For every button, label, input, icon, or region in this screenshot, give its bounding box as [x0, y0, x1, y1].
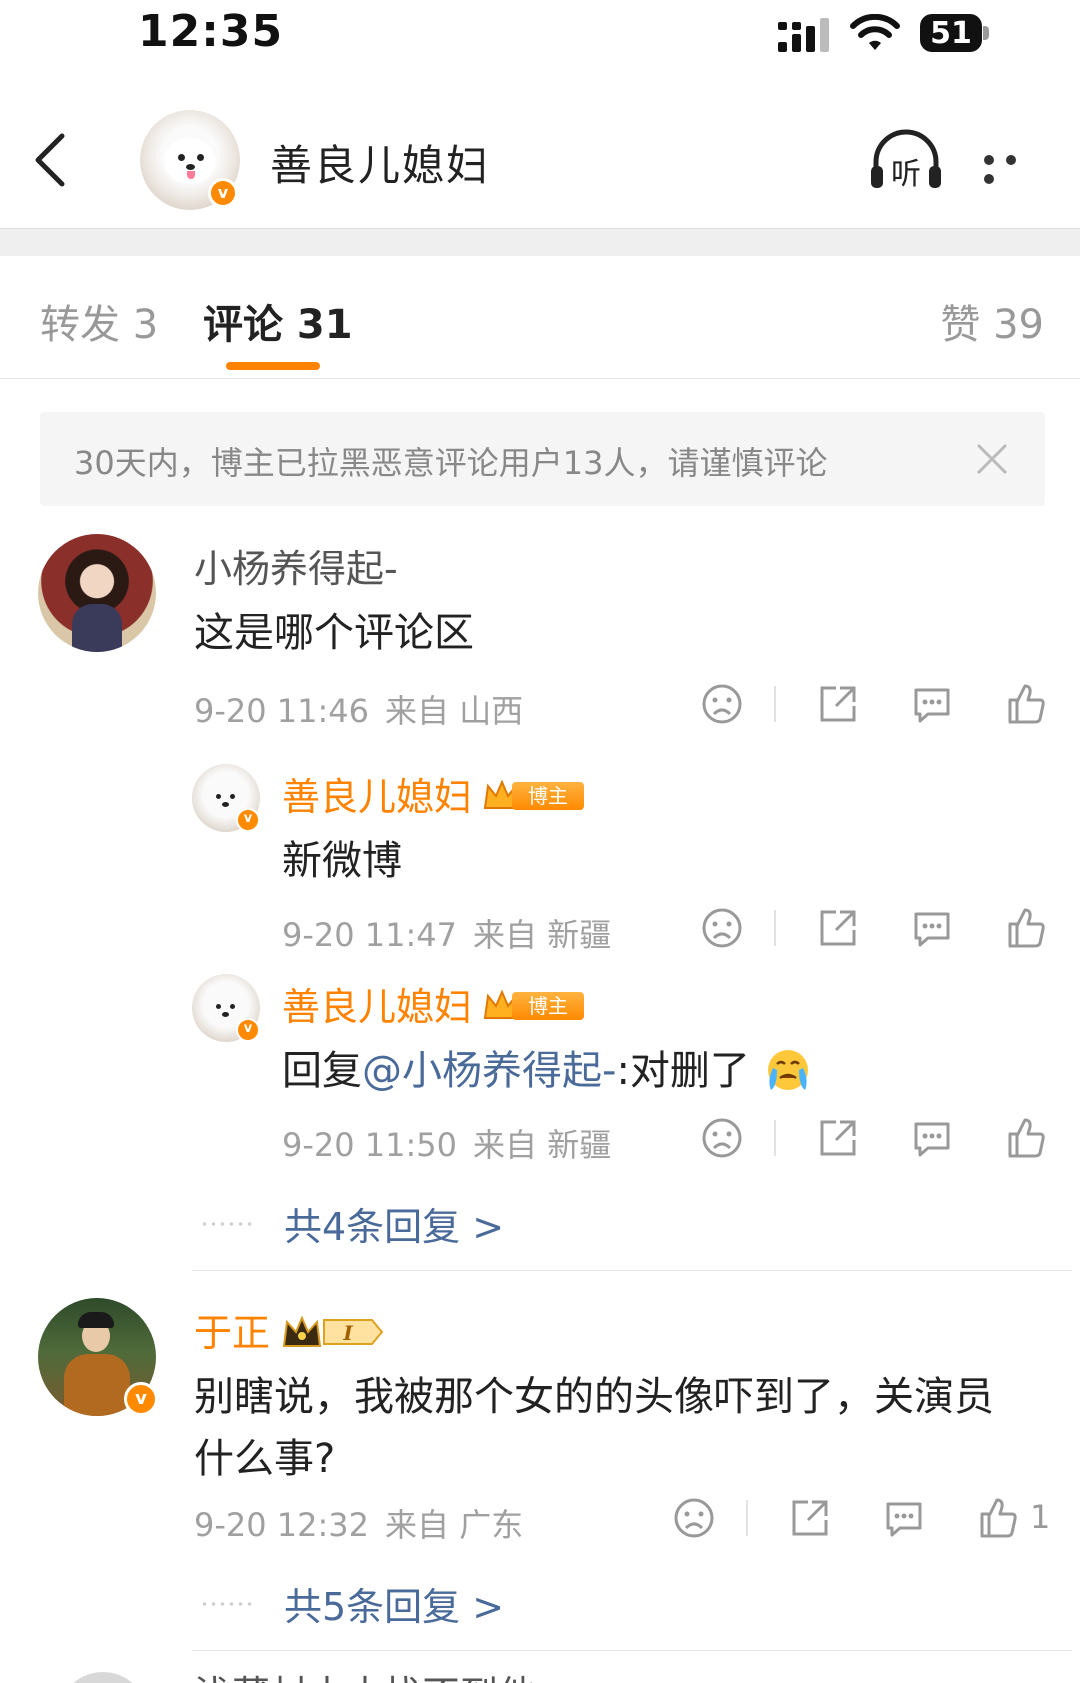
- share-icon[interactable]: [816, 906, 860, 950]
- share-icon[interactable]: [816, 1116, 860, 1160]
- user-avatar[interactable]: [38, 534, 156, 652]
- dotted-line: [200, 1221, 254, 1226]
- reply-text: 回复@小杨养得起-:对删了: [282, 1038, 813, 1096]
- comment-location: 来自 广东: [385, 1506, 524, 1544]
- vip-crown-badge-icon: I: [282, 1314, 384, 1347]
- tab-comments[interactable]: 评论 31: [203, 292, 353, 350]
- reply-username-text: 善良儿媳妇: [282, 985, 473, 1029]
- reply-comment-icon[interactable]: [882, 1496, 926, 1540]
- reply-text: 新微博: [282, 838, 402, 884]
- reply-comment-icon[interactable]: [910, 1116, 954, 1160]
- like-count: 1: [1030, 1498, 1051, 1536]
- reply-comment-icon[interactable]: [910, 906, 954, 950]
- dislike-face-icon[interactable]: [700, 906, 744, 950]
- vip-level: I: [342, 1321, 353, 1345]
- reply-time: 9-20 11:50: [282, 1126, 458, 1164]
- reply-actions: [700, 1116, 1050, 1160]
- dislike-face-icon[interactable]: [700, 682, 744, 726]
- reply-actions: [700, 906, 1050, 950]
- more-replies-label: 共5条回复 >: [284, 1585, 505, 1629]
- comment-text: 别瞎说，我被那个女的的头像吓到了，关演员: [194, 1374, 994, 1420]
- share-icon[interactable]: [788, 1496, 832, 1540]
- reply-location: 来自 新疆: [473, 916, 612, 954]
- dotted-line: [200, 1601, 254, 1606]
- reply-time: 9-20 11:47: [282, 916, 458, 954]
- share-icon[interactable]: [816, 682, 860, 726]
- host-badge-label: 博主: [512, 991, 585, 1020]
- comment-meta: 9-20 11:46 来自 山西: [194, 686, 523, 732]
- comment-username-text: 于正: [194, 1311, 271, 1355]
- verified-badge-icon: v: [208, 178, 238, 208]
- reply-comment-icon[interactable]: [910, 682, 954, 726]
- view-more-replies-link[interactable]: 共5条回复 >: [200, 1576, 504, 1631]
- host-badge: 博主: [482, 778, 586, 814]
- verified-badge-icon: v: [124, 1382, 158, 1416]
- close-icon[interactable]: [975, 442, 1009, 476]
- verified-badge-icon: v: [236, 1018, 260, 1042]
- notice-text: 30天内，博主已拉黑恶意评论用户13人，请谨慎评论: [74, 444, 828, 482]
- user-avatar[interactable]: [58, 1672, 148, 1683]
- thumbs-up-icon[interactable]: [976, 1496, 1020, 1540]
- battery-indicator: 51: [920, 14, 990, 52]
- comment-divider: [192, 1650, 1072, 1651]
- comment-username[interactable]: 小杨养得起-: [194, 538, 398, 593]
- verified-badge-icon: v: [236, 808, 260, 832]
- comment-username[interactable]: 浅藏村本本找不到他: [194, 1664, 536, 1683]
- dislike-face-icon[interactable]: [700, 1116, 744, 1160]
- reply-body: :对删了: [616, 1048, 750, 1094]
- dislike-face-icon[interactable]: [672, 1496, 716, 1540]
- battery-level: 51: [930, 16, 972, 51]
- mention-link[interactable]: @小杨养得起-: [362, 1048, 616, 1094]
- page-title: 善良儿媳妇: [270, 141, 491, 190]
- back-arrow-icon[interactable]: [30, 130, 70, 190]
- comment-time: 9-20 12:32: [194, 1506, 370, 1544]
- more-replies-label: 共4条回复 >: [284, 1205, 505, 1249]
- comment-actions: 1: [672, 1496, 1052, 1540]
- reply-username[interactable]: 善良儿媳妇 博主: [282, 976, 586, 1031]
- tab-divider: [0, 378, 1080, 379]
- view-more-replies-link[interactable]: 共4条回复 >: [200, 1196, 504, 1251]
- reply-username[interactable]: 善良儿媳妇 博主: [282, 766, 586, 821]
- comment-text-continued: 什么事?: [194, 1436, 336, 1482]
- comment-time: 9-20 11:46: [194, 692, 370, 730]
- active-tab-indicator: [226, 362, 320, 370]
- status-time: 12:35: [138, 6, 284, 57]
- thumbs-up-icon[interactable]: [1004, 906, 1048, 950]
- moderation-notice: 30天内，博主已拉黑恶意评论用户13人，请谨慎评论: [40, 412, 1045, 506]
- host-badge: 博主: [482, 988, 586, 1024]
- reply-meta: 9-20 11:50 来自 新疆: [282, 1120, 611, 1166]
- tab-repost[interactable]: 转发 3: [40, 292, 158, 350]
- comment-location: 来自 山西: [385, 692, 524, 730]
- thumbs-up-icon[interactable]: [1004, 682, 1048, 726]
- reply-meta: 9-20 11:47 来自 新疆: [282, 910, 611, 956]
- section-divider: [0, 228, 1080, 256]
- comment-actions: [700, 682, 1050, 726]
- wifi-icon: [850, 14, 900, 50]
- reply-location: 来自 新疆: [473, 1126, 612, 1164]
- more-options-icon[interactable]: [984, 150, 1046, 184]
- reply-username-text: 善良儿媳妇: [282, 775, 473, 819]
- listen-headphones-icon[interactable]: 听: [868, 128, 944, 192]
- cellular-signal-icon: [778, 18, 829, 52]
- comment-username[interactable]: 于正 I: [194, 1302, 384, 1357]
- thumbs-up-icon[interactable]: [1004, 1116, 1048, 1160]
- comment-text: 这是哪个评论区: [194, 610, 474, 656]
- crying-emoji-icon: [767, 1050, 808, 1090]
- comment-meta: 9-20 12:32 来自 广东: [194, 1500, 523, 1546]
- tab-likes[interactable]: 赞 39: [940, 292, 1044, 350]
- host-badge-label: 博主: [512, 781, 585, 810]
- listen-label: 听: [891, 157, 921, 192]
- reply-prefix: 回复: [282, 1048, 362, 1094]
- comment-divider: [192, 1270, 1072, 1271]
